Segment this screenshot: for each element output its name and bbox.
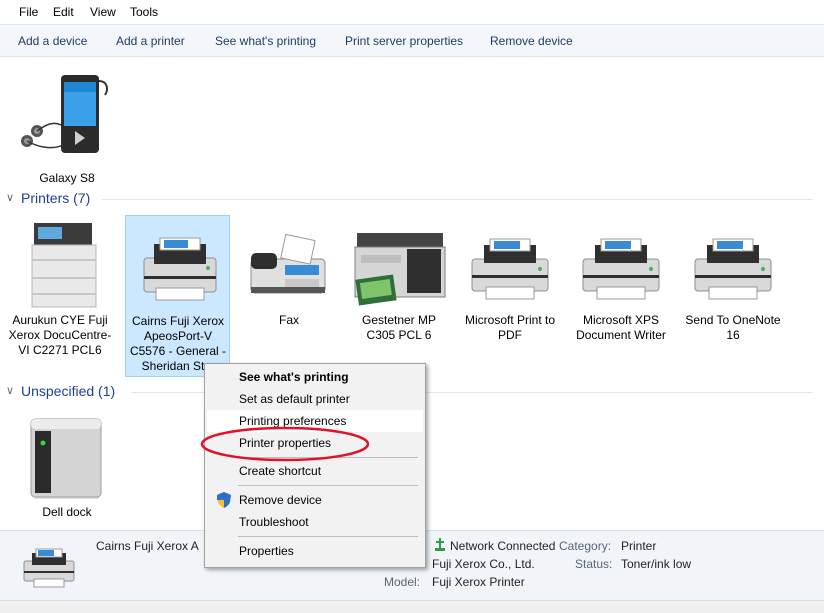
printer-icon <box>569 229 673 319</box>
phone-icon <box>15 65 119 155</box>
copier-icon <box>347 227 451 317</box>
printers-group-title: Printers (7) <box>21 190 91 206</box>
printer-microsoft-pdf[interactable]: Microsoft Print to PDF <box>458 215 562 345</box>
mfp-printer-icon <box>8 219 112 309</box>
printer-cairns-selected[interactable]: Cairns Fuji Xerox ApeosPort-V C5576 - Ge… <box>125 215 230 377</box>
menu-separator <box>238 536 418 537</box>
chevron-down-icon: ∨ <box>6 192 15 204</box>
menu-item-troubleshoot[interactable]: Troubleshoot <box>207 511 423 533</box>
details-status: Toner/ink low <box>621 557 692 571</box>
remove-device-button[interactable]: Remove device <box>490 34 573 48</box>
details-status-text: Network Connected <box>450 539 556 553</box>
network-icon <box>434 538 446 552</box>
menu-item-label: Properties <box>239 544 294 558</box>
menu-item-set-default-printer[interactable]: Set as default printer <box>207 388 423 410</box>
printer-label: Gestetner MP C305 PCL 6 <box>361 313 437 342</box>
printer-label: Microsoft Print to PDF <box>464 313 556 342</box>
details-manufacturer: Fuji Xerox Co., Ltd. <box>432 557 535 571</box>
printer-label: Fax <box>278 313 299 327</box>
menu-item-remove-device[interactable]: Remove device <box>207 489 423 511</box>
menu-item-label: See what's printing <box>239 370 349 384</box>
dock-icon <box>15 409 119 499</box>
details-status-label: Status: <box>575 557 613 571</box>
device-galaxy-s8[interactable]: Galaxy S8 <box>15 65 119 185</box>
device-label: Galaxy S8 <box>39 171 95 185</box>
printer-icon <box>18 543 80 593</box>
details-category-label: Category: <box>559 539 612 553</box>
add-device-button[interactable]: Add a device <box>18 34 87 48</box>
printer-icon <box>681 229 785 319</box>
printer-fax[interactable]: Fax <box>237 215 341 335</box>
device-label: Dell dock <box>42 505 92 519</box>
menu-separator <box>238 485 418 486</box>
context-menu: See what's printing Set as default print… <box>204 363 426 568</box>
menu-item-label: Set as default printer <box>239 392 350 406</box>
menu-tools[interactable]: Tools <box>130 5 158 19</box>
printer-label: Send To OneNote 16 <box>685 313 781 342</box>
printer-label: Aurukun CYE Fuji Xerox DocuCentre-VI C22… <box>8 313 112 357</box>
printer-icon <box>126 226 230 316</box>
menu-item-label: Create shortcut <box>239 464 322 478</box>
menu-item-properties[interactable]: Properties <box>207 540 423 562</box>
printer-microsoft-xps[interactable]: Microsoft XPS Document Writer <box>569 215 673 345</box>
device-dell-dock[interactable]: Dell dock <box>15 409 119 524</box>
menu-item-label: Remove device <box>239 493 322 507</box>
unspecified-group-title: Unspecified (1) <box>21 383 116 399</box>
fax-icon <box>237 229 341 319</box>
menu-bar: File Edit View Tools <box>0 0 824 24</box>
see-whats-printing-button[interactable]: See what's printing <box>215 34 316 48</box>
details-category: Printer <box>621 539 657 553</box>
highlight-ellipse <box>200 426 370 462</box>
menu-edit[interactable]: Edit <box>53 5 74 19</box>
shield-icon <box>217 492 231 508</box>
chevron-down-icon: ∨ <box>6 385 15 397</box>
details-name: Cairns Fuji Xerox A <box>96 539 199 553</box>
print-server-properties-button[interactable]: Print server properties <box>345 34 463 48</box>
group-rule <box>102 199 812 200</box>
printer-icon <box>458 229 562 319</box>
printer-aurukun[interactable]: Aurukun CYE Fuji Xerox DocuCentre-VI C22… <box>8 215 112 375</box>
printers-group-header[interactable]: ∨ Printers (7) <box>6 190 818 208</box>
add-printer-button[interactable]: Add a printer <box>116 34 185 48</box>
menu-file[interactable]: File <box>19 5 38 19</box>
printer-gestetner[interactable]: Gestetner MP C305 PCL 6 <box>347 215 451 345</box>
details-model: Fuji Xerox Printer <box>432 575 525 589</box>
menu-item-see-whats-printing[interactable]: See what's printing <box>207 366 423 388</box>
status-bar <box>0 600 824 613</box>
command-bar: Add a device Add a printer See what's pr… <box>0 24 824 57</box>
printer-onenote[interactable]: Send To OneNote 16 <box>681 215 785 345</box>
printer-label: Microsoft XPS Document Writer <box>576 313 666 342</box>
details-model-label: Model: <box>384 575 421 589</box>
menu-view[interactable]: View <box>90 5 116 19</box>
menu-item-label: Troubleshoot <box>239 515 309 529</box>
